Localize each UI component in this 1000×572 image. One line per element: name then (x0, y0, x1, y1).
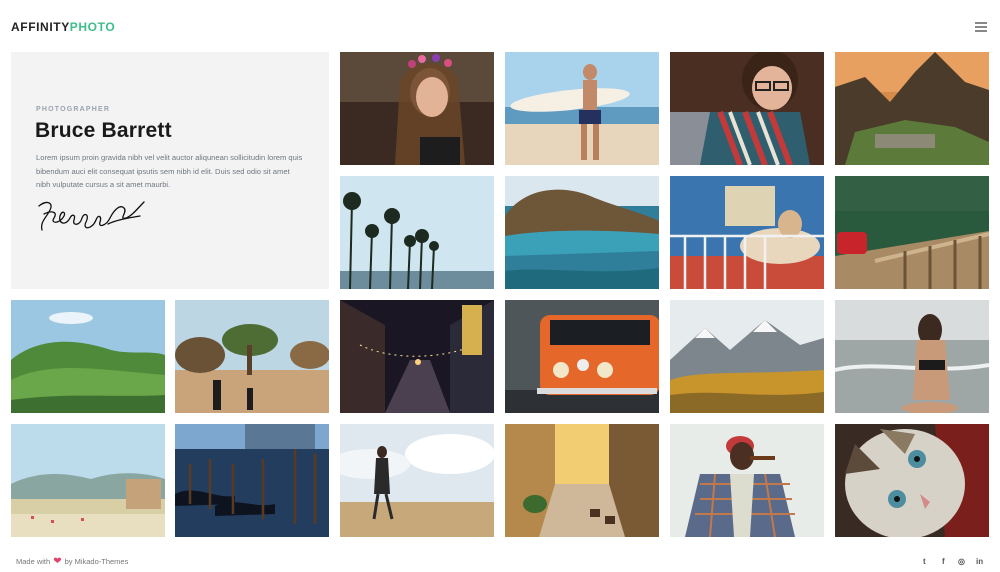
gallery-image (11, 300, 165, 413)
linkedin-icon[interactable]: in (976, 557, 983, 566)
facebook-icon[interactable]: f (942, 557, 945, 566)
made-with-label: Made with (16, 557, 51, 566)
gallery-image (505, 424, 659, 537)
photographer-label: PHOTOGRAPHER (36, 106, 111, 113)
gallery-item[interactable] (670, 300, 824, 413)
gallery-item[interactable] (175, 424, 329, 537)
gallery-image (670, 176, 824, 289)
gallery-image (340, 300, 494, 413)
signature-image (38, 201, 145, 231)
site-logo[interactable]: AFFINITYPHOTO (11, 20, 115, 34)
gallery-image (340, 424, 494, 537)
gallery-image (505, 300, 659, 413)
gallery-image (670, 52, 824, 165)
gallery-item[interactable] (505, 52, 659, 165)
hamburger-icon[interactable] (975, 22, 987, 33)
gallery-item[interactable] (340, 176, 494, 289)
gallery-item[interactable] (175, 300, 329, 413)
logo-text-affinity: AFFINITY (11, 20, 70, 34)
instagram-icon[interactable]: ◎ (958, 557, 965, 566)
site-header: AFFINITYPHOTO (0, 0, 1000, 52)
heart-icon: ❤ (53, 556, 62, 567)
gallery-item[interactable] (835, 176, 989, 289)
gallery-item[interactable] (340, 424, 494, 537)
gallery-item[interactable] (505, 300, 659, 413)
by-author-label[interactable]: by Mikado-Themes (65, 557, 129, 566)
gallery-image (835, 300, 989, 413)
gallery-image (835, 424, 989, 537)
gallery-image (670, 300, 824, 413)
gallery-image (340, 176, 494, 289)
gallery-image (175, 300, 329, 413)
gallery-image (11, 424, 165, 537)
gallery-image (340, 52, 494, 165)
gallery-image (835, 52, 989, 165)
gallery-item[interactable] (505, 176, 659, 289)
logo-text-photo: PHOTO (69, 20, 116, 34)
gallery-item[interactable] (835, 300, 989, 413)
gallery-item[interactable] (505, 424, 659, 537)
gallery-image (835, 176, 989, 289)
gallery-item[interactable] (340, 300, 494, 413)
gallery-item[interactable] (835, 424, 989, 537)
gallery-item[interactable] (340, 52, 494, 165)
photographer-description: Lorem ipsum proin gravida nibh vel velit… (36, 153, 303, 189)
credits-text: Made with ❤ by Mikado-Themes (16, 556, 128, 567)
gallery-item[interactable] (670, 176, 824, 289)
gallery-image (505, 52, 659, 165)
photographer-intro: PHOTOGRAPHER Bruce Barrett Lorem ipsum p… (11, 52, 329, 289)
gallery-image (670, 424, 824, 537)
gallery-item[interactable] (670, 424, 824, 537)
gallery-image (505, 176, 659, 289)
site-footer: Made with ❤ by Mikado-Themes t f ◎ in (0, 548, 1000, 572)
gallery-item[interactable] (11, 300, 165, 413)
gallery-image (175, 424, 329, 537)
gallery-item[interactable] (11, 424, 165, 537)
gallery-item[interactable] (670, 52, 824, 165)
photographer-name: Bruce Barrett (35, 119, 172, 142)
gallery-item[interactable] (835, 52, 989, 165)
twitter-icon[interactable]: t (923, 557, 926, 566)
